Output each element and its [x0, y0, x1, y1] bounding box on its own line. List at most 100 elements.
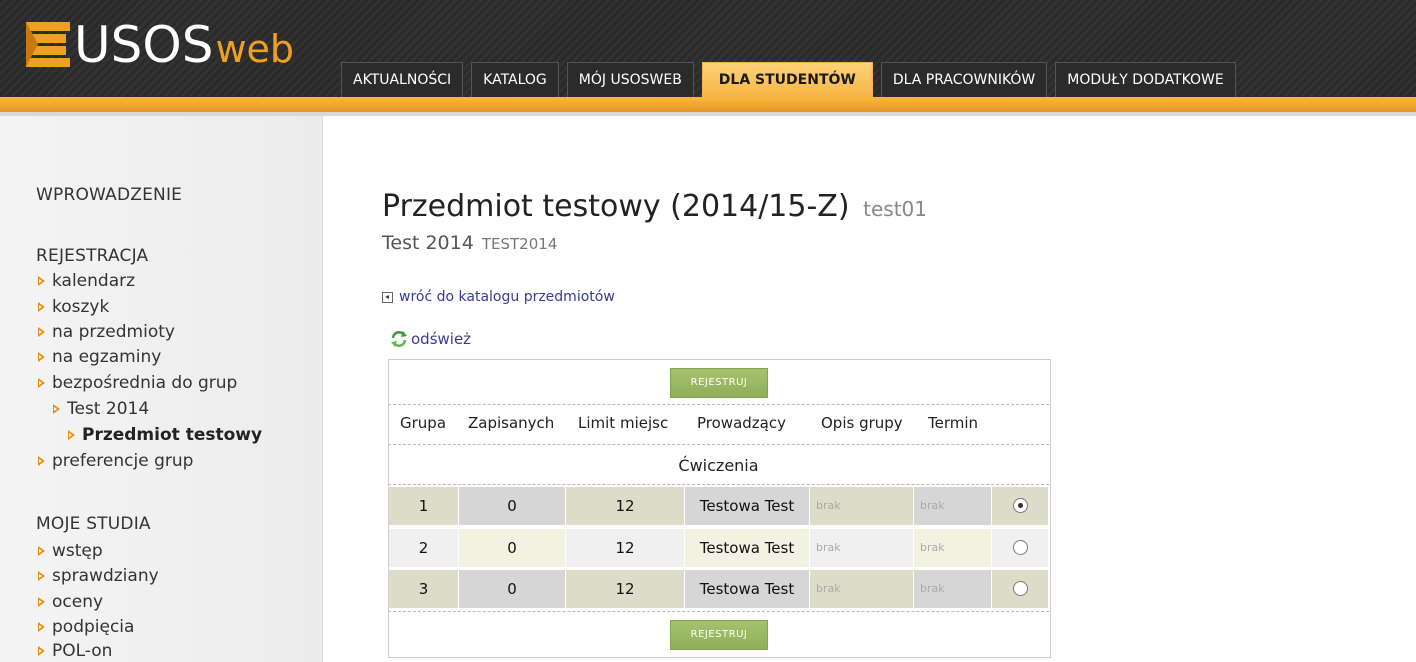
tab-dla-studentow[interactable]: DLA STUDENTÓW	[701, 62, 873, 97]
sidebar-item-label: na przedmioty	[52, 322, 175, 342]
cell-lecturer: Testowa Test	[685, 570, 809, 608]
arrow-icon	[38, 327, 45, 337]
col-header-term: Termin	[928, 414, 979, 432]
logo-mark-icon	[26, 22, 70, 67]
logo-text: USOSweb	[74, 16, 294, 74]
cell-group: 2	[389, 529, 458, 567]
arrow-icon	[68, 430, 75, 440]
group-radio-3[interactable]	[1013, 581, 1028, 596]
sidebar-item-bezposrednia[interactable]: bezpośrednia do grup	[38, 373, 237, 393]
sidebar-item-przedmiot-testowy[interactable]: Przedmiot testowy	[68, 425, 262, 445]
back-link-label: wróć do katalogu przedmiotów	[399, 289, 615, 305]
sidebar-item-label: bezpośrednia do grup	[52, 373, 238, 393]
cell-term: brak	[914, 529, 991, 567]
arrow-icon	[38, 352, 45, 362]
col-header-limit: Limit miejsc	[578, 414, 669, 432]
arrow-icon	[38, 276, 45, 286]
group-radio-2[interactable]	[1013, 540, 1028, 555]
divider	[388, 404, 1049, 405]
cell-limit: 12	[566, 487, 684, 525]
refresh-icon	[391, 331, 407, 347]
sidebar-item-na-egzaminy[interactable]: na egzaminy	[38, 347, 161, 367]
cell-enrolled: 0	[459, 487, 565, 525]
sidebar-item-podpiecia[interactable]: podpięcia	[38, 617, 134, 637]
cell-term: brak	[914, 570, 991, 608]
arrow-icon	[38, 302, 45, 312]
col-header-enrolled: Zapisanych	[468, 414, 555, 432]
sidebar-item-test-2014[interactable]: Test 2014	[53, 399, 149, 419]
arrow-icon	[38, 546, 45, 556]
refresh-label: odśwież	[411, 330, 472, 348]
col-header-group: Grupa	[400, 414, 447, 432]
register-button-top[interactable]: REJESTRUJ	[670, 368, 768, 398]
section-label-cwiczenia: Ćwiczenia	[678, 456, 759, 475]
sidebar-item-na-przedmioty[interactable]: na przedmioty	[38, 322, 175, 342]
cell-group: 3	[389, 570, 458, 608]
arrow-icon	[38, 646, 45, 656]
sidebar-item-pol-on[interactable]: POL-on	[38, 641, 112, 661]
sidebar-item-koszyk[interactable]: koszyk	[38, 297, 109, 317]
arrow-icon	[38, 378, 45, 388]
sidebar-item-sprawdziany[interactable]: sprawdziany	[38, 566, 159, 586]
sidebar-item-label: kalendarz	[52, 271, 136, 291]
cell-enrolled: 0	[459, 570, 565, 608]
sidebar-item-kalendarz[interactable]: kalendarz	[38, 271, 135, 291]
logo-suffix: web	[215, 27, 295, 71]
arrow-icon	[38, 571, 45, 581]
table-row[interactable]: 2 0 12 Testowa Test brak brak	[389, 529, 1048, 567]
col-header-lecturer: Prowadzący	[697, 414, 786, 432]
logo-brand: USOS	[74, 16, 214, 74]
sidebar-item-wstep[interactable]: wstęp	[38, 541, 103, 561]
subtitle-code: TEST2014	[481, 235, 558, 253]
divider	[388, 484, 1049, 485]
col-header-description: Opis grupy	[821, 414, 903, 432]
table-row[interactable]: 1 0 12 Testowa Test brak brak	[389, 487, 1048, 525]
register-button-bottom[interactable]: REJESTRUJ	[670, 620, 768, 650]
cell-limit: 12	[566, 529, 684, 567]
sidebar-item-label: wstęp	[52, 541, 103, 561]
cell-description: brak	[810, 570, 913, 608]
sidebar-item-label: koszyk	[52, 297, 110, 317]
sidebar-item-label: na egzaminy	[52, 347, 162, 367]
tab-dla-pracownikow[interactable]: DLA PRACOWNIKÓW	[880, 62, 1048, 97]
arrow-icon	[38, 597, 45, 607]
subtitle-name: Test 2014	[382, 232, 474, 254]
cell-description: brak	[810, 487, 913, 525]
cell-description: brak	[810, 529, 913, 567]
sidebar-item-label: sprawdziany	[52, 566, 159, 586]
cell-term: brak	[914, 487, 991, 525]
tab-aktualnosci[interactable]: AKTUALNOŚCI	[341, 62, 464, 97]
tab-katalog[interactable]: KATALOG	[471, 62, 559, 97]
tab-moduly-dodatkowe[interactable]: MODUŁY DODATKOWE	[1055, 62, 1236, 97]
back-to-catalog-link[interactable]: wróć do katalogu przedmiotów	[382, 289, 615, 305]
sidebar-heading-intro[interactable]: WPROWADZENIE	[36, 185, 182, 205]
table-row[interactable]: 3 0 12 Testowa Test brak brak	[389, 570, 1048, 608]
course-code: test01	[863, 197, 927, 221]
tab-moj-usosweb[interactable]: MÓJ USOSWEB	[566, 62, 694, 97]
arrow-icon	[38, 622, 45, 632]
sidebar-heading-registration[interactable]: REJESTRACJA	[36, 246, 148, 266]
sidebar-item-label: preferencje grup	[52, 451, 194, 471]
cell-limit: 12	[566, 570, 684, 608]
sidebar-item-label: Przedmiot testowy	[82, 425, 263, 445]
arrow-icon	[53, 404, 60, 414]
page-subtitle: Test 2014 TEST2014	[382, 232, 557, 254]
refresh-link[interactable]: odśwież	[389, 330, 471, 348]
cell-lecturer: Testowa Test	[685, 529, 809, 567]
sidebar-heading-studies[interactable]: MOJE STUDIA	[36, 514, 151, 534]
header: USOSweb AKTUALNOŚCI KATALOG MÓJ USOSWEB …	[0, 0, 1416, 100]
page-title: Przedmiot testowy (2014/15-Z) test01	[382, 189, 927, 224]
cell-lecturer: Testowa Test	[685, 487, 809, 525]
cell-enrolled: 0	[459, 529, 565, 567]
header-accent-bar	[0, 97, 1416, 112]
divider	[388, 611, 1049, 612]
sidebar-item-label: oceny	[52, 592, 104, 612]
main-nav: AKTUALNOŚCI KATALOG MÓJ USOSWEB DLA STUD…	[341, 62, 1244, 98]
arrow-icon	[38, 456, 45, 466]
sidebar-item-label: podpięcia	[52, 617, 135, 637]
sidebar-item-oceny[interactable]: oceny	[38, 592, 103, 612]
group-radio-1[interactable]	[1013, 498, 1028, 513]
course-name: Przedmiot testowy (2014/15-Z)	[382, 189, 850, 224]
cell-group: 1	[389, 487, 458, 525]
sidebar-item-preferencje[interactable]: preferencje grup	[38, 451, 193, 471]
